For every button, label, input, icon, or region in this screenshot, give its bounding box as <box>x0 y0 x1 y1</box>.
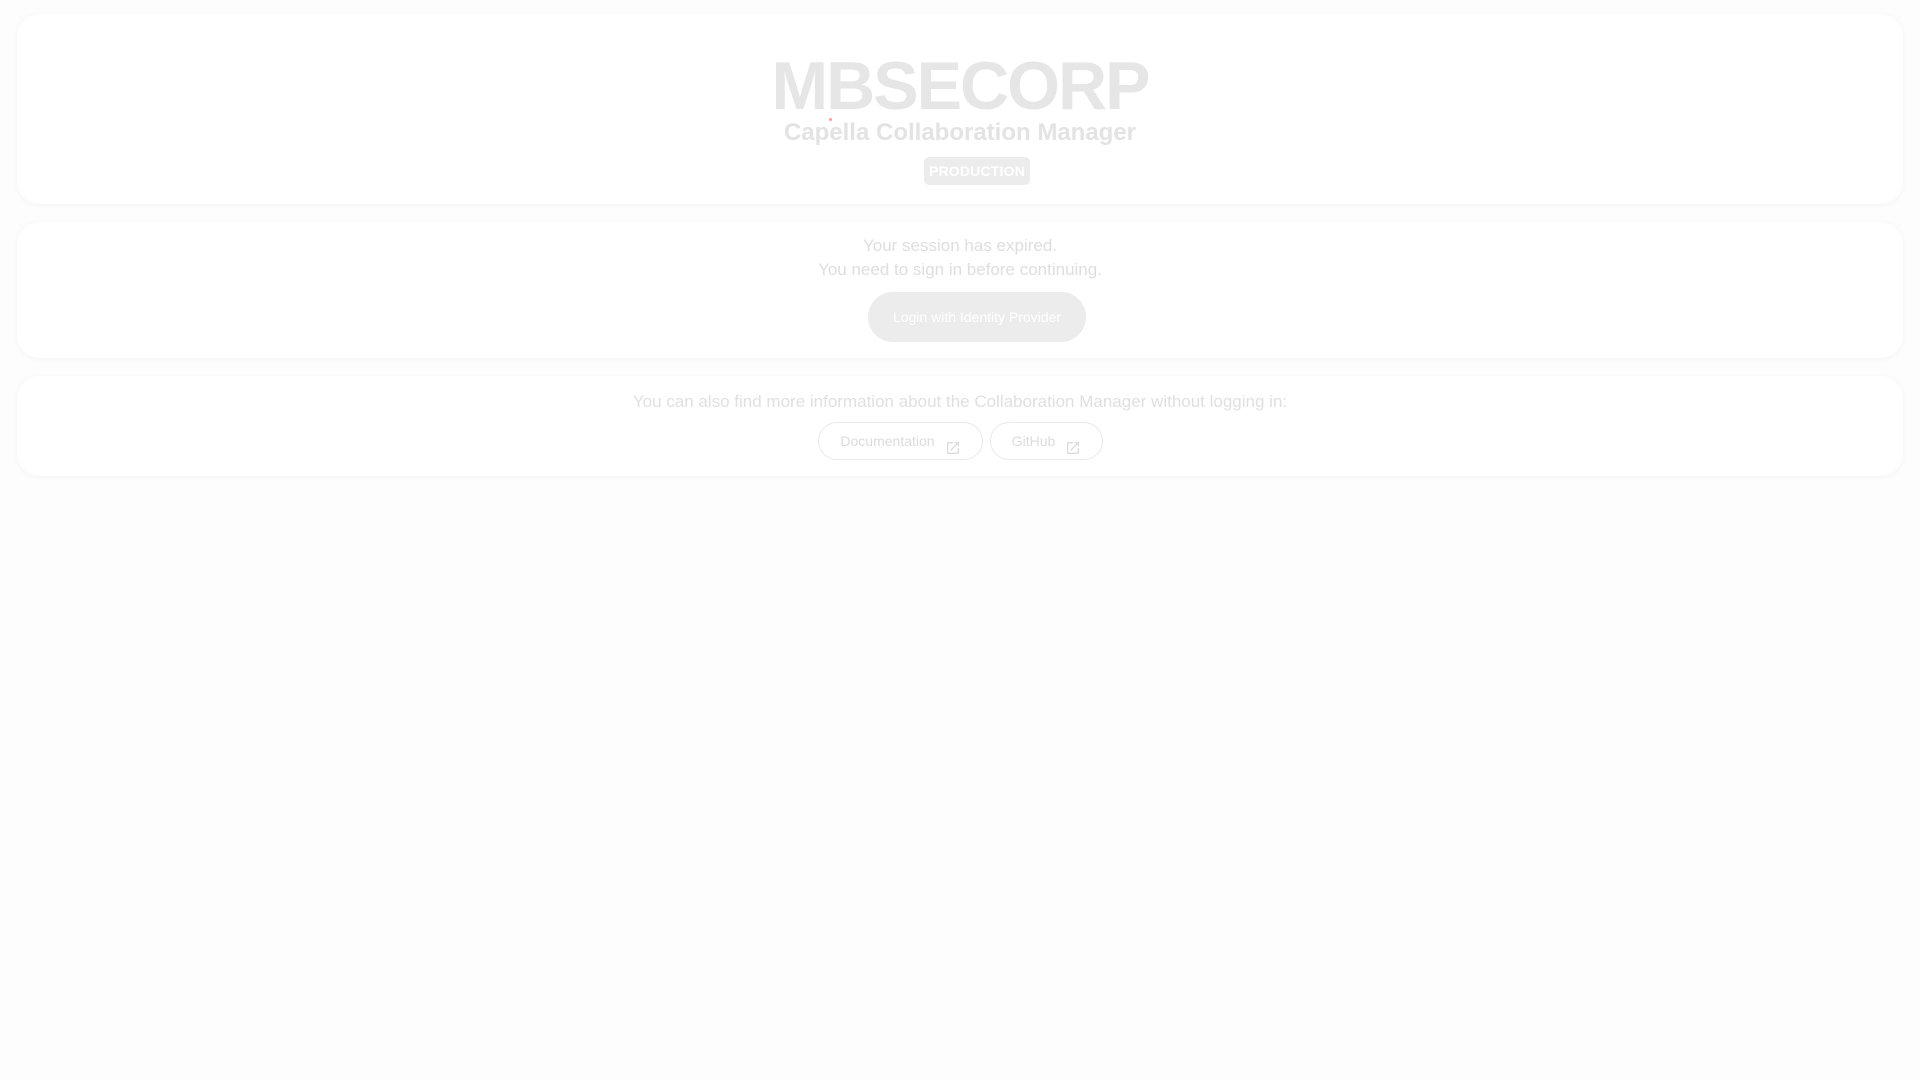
open-in-new-icon <box>1065 433 1081 454</box>
mouse-cursor-marker <box>829 118 832 121</box>
brand-logo: MBSECORP <box>17 50 1903 122</box>
signin-required-text: You need to sign in before continuing. <box>818 260 1102 279</box>
documentation-link[interactable]: Documentation <box>818 422 983 460</box>
info-card: You can also find more information about… <box>17 376 1903 476</box>
logo-text-mbse: MBSE <box>771 48 962 124</box>
session-expired-text: Your session has expired. <box>862 236 1058 255</box>
github-link[interactable]: GitHub <box>990 422 1103 460</box>
open-in-new-icon <box>945 433 961 454</box>
login-button[interactable]: Login with Identity Provider <box>868 292 1086 342</box>
environment-badge: PRODUCTION <box>924 157 1030 185</box>
session-card: Your session has expired. You need to si… <box>17 222 1903 358</box>
github-link-label: GitHub <box>1011 433 1056 449</box>
logo-text-corp: CORP <box>960 48 1150 124</box>
documentation-link-label: Documentation <box>840 433 935 449</box>
app-subtitle: Capella Collaboration Manager <box>783 119 1137 146</box>
header-card: MBSECORP Capella Collaboration Manager P… <box>17 14 1903 204</box>
info-text: You can also find more information about… <box>632 392 1288 411</box>
login-page: MBSECORP Capella Collaboration Manager P… <box>0 0 1920 1080</box>
